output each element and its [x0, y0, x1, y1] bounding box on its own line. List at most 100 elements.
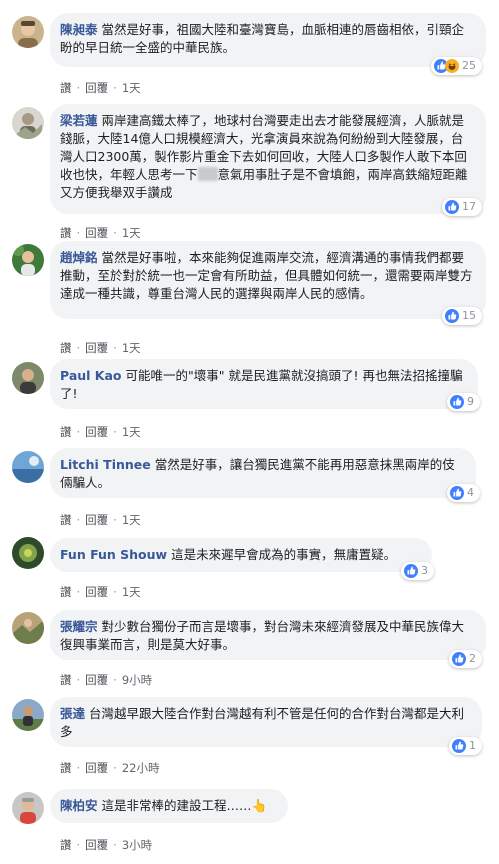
comment-bubble: Fun Fun Shouw 這是未來遲早會成為的事實，無庸置疑。 3 [50, 538, 434, 580]
comment-bubble: Paul Kao 可能唯一的"壞事" 就是民進黨就沒搞頭了! 再也無法招搖撞騙了!… [50, 359, 480, 411]
comment-bubble: 梁若蓮 兩岸建高鐵太棒了，地球村台灣要走出去才能發展經濟，人脈就是錢脈，大陸14億… [50, 104, 486, 216]
avatar[interactable] [12, 451, 44, 483]
comment-author[interactable]: Fun Fun Shouw [60, 547, 167, 562]
haha-icon [445, 59, 459, 73]
reaction-summary[interactable]: 15 [442, 307, 482, 325]
avatar[interactable] [12, 612, 44, 644]
comment-time[interactable]: 1天 [122, 425, 141, 439]
reaction-summary[interactable]: 25 [431, 57, 482, 75]
like-link[interactable]: 讚 [60, 761, 72, 775]
comment-author[interactable]: 趙焯銘 [60, 250, 98, 265]
reaction-count: 1 [469, 739, 476, 752]
comment-actions: 讚 · 回覆 · 1天 [60, 512, 141, 528]
reply-link[interactable]: 回覆 [85, 761, 108, 775]
separator: · [76, 226, 81, 240]
reaction-summary[interactable]: 4 [447, 484, 480, 502]
like-link[interactable]: 讚 [60, 226, 72, 240]
reaction-count: 3 [421, 564, 428, 577]
reply-link[interactable]: 回覆 [85, 585, 108, 599]
separator: · [113, 673, 117, 687]
like-link[interactable]: 讚 [60, 585, 72, 599]
separator: · [113, 341, 117, 355]
avatar[interactable] [12, 362, 44, 394]
comment-time[interactable]: 9小時 [122, 673, 152, 687]
avatar[interactable] [12, 537, 44, 569]
reply-link[interactable]: 回覆 [85, 838, 108, 852]
comment-time[interactable]: 1天 [122, 226, 141, 240]
reaction-summary[interactable]: 2 [449, 650, 482, 668]
reaction-count: 4 [467, 486, 474, 499]
avatar[interactable] [12, 244, 44, 276]
reply-link[interactable]: 回覆 [85, 226, 108, 240]
comment-actions: 讚 · 回覆 · 22小時 [60, 760, 159, 776]
separator: · [76, 761, 81, 775]
reaction-summary[interactable]: 9 [447, 393, 480, 411]
comment-text: 這是未來遲早會成為的事實，無庸置疑。 [171, 547, 397, 562]
separator: · [113, 761, 117, 775]
comment-text: 當然是好事，祖國大陸和臺灣寶島，血脈相連的唇齒相依，引頸企盼的早日統一全盛的中華… [60, 22, 465, 55]
like-link[interactable]: 讚 [60, 673, 72, 687]
separator: · [76, 513, 81, 527]
comment-time[interactable]: 1天 [122, 81, 141, 95]
avatar[interactable] [12, 699, 44, 731]
reply-link[interactable]: 回覆 [85, 673, 108, 687]
separator: · [76, 341, 81, 355]
reply-link[interactable]: 回覆 [85, 341, 108, 355]
reaction-summary[interactable]: 1 [449, 737, 482, 755]
like-icon [404, 564, 418, 578]
separator: · [113, 838, 117, 852]
comment-bubble: Litchi Tinnee 當然是好事，讓台獨民進黨不能再用惡意抹黑兩岸的伎倆騙人… [50, 448, 480, 502]
reaction-count: 15 [462, 309, 476, 322]
comment-author[interactable]: Paul Kao [60, 368, 122, 383]
comment-author[interactable]: 陳柏安 [60, 798, 98, 813]
reply-link[interactable]: 回覆 [85, 81, 108, 95]
comment-time[interactable]: 22小時 [122, 761, 160, 775]
comment-actions: 讚 · 回覆 · 9小時 [60, 672, 152, 688]
comment-bubble: 陳柏安 這是非常棒的建設工程……👆 [50, 789, 288, 823]
like-icon [445, 200, 459, 214]
comment-author[interactable]: 張達 [60, 706, 85, 721]
comment-author[interactable]: Litchi Tinnee [60, 457, 151, 472]
separator: · [76, 81, 81, 95]
comment-time[interactable]: 3小時 [122, 838, 152, 852]
separator: · [76, 673, 81, 687]
like-link[interactable]: 讚 [60, 838, 72, 852]
comment-bubble: 張耀宗 對少數台獨份子而言是壞事，對台灣未來經濟發展及中華民族偉大復興事業而言，則… [50, 610, 486, 668]
reaction-summary[interactable]: 3 [401, 562, 434, 580]
comment-time[interactable]: 1天 [122, 341, 141, 355]
avatar[interactable] [12, 107, 44, 139]
like-icon [452, 739, 466, 753]
separator: · [113, 585, 117, 599]
comment-author[interactable]: 陳昶泰 [60, 22, 98, 37]
comment-actions: 讚 · 回覆 · 1天 [60, 225, 141, 241]
like-link[interactable]: 讚 [60, 425, 72, 439]
blurred-text [197, 167, 218, 181]
comment-actions: 讚 · 回覆 · 1天 [60, 80, 141, 96]
like-icon [452, 652, 466, 666]
separator: · [76, 838, 81, 852]
comment-author[interactable]: 張耀宗 [60, 619, 98, 634]
separator: · [113, 81, 117, 95]
like-link[interactable]: 讚 [60, 513, 72, 527]
comment-author[interactable]: 梁若蓮 [60, 113, 98, 128]
comment-actions: 讚 · 回覆 · 1天 [60, 424, 141, 440]
reaction-count: 17 [462, 200, 476, 213]
like-link[interactable]: 讚 [60, 341, 72, 355]
comment-actions: 讚 · 回覆 · 1天 [60, 340, 141, 356]
reply-link[interactable]: 回覆 [85, 513, 108, 527]
reaction-count: 25 [462, 59, 476, 72]
reply-link[interactable]: 回覆 [85, 425, 108, 439]
comment-time[interactable]: 1天 [122, 585, 141, 599]
reaction-summary[interactable]: 17 [442, 198, 482, 216]
separator: · [76, 585, 81, 599]
comment-actions: 讚 · 回覆 · 3小時 [60, 837, 152, 853]
separator: · [113, 513, 117, 527]
comment-time[interactable]: 1天 [122, 513, 141, 527]
separator: · [76, 425, 81, 439]
avatar[interactable] [12, 16, 44, 48]
comment-actions: 讚 · 回覆 · 1天 [60, 584, 141, 600]
reaction-count: 2 [469, 652, 476, 665]
avatar[interactable] [12, 792, 44, 824]
like-link[interactable]: 讚 [60, 81, 72, 95]
comment-text: 台灣越早跟大陸合作對台灣越有利不管是任何的合作對台灣都是大利多 [60, 706, 465, 739]
